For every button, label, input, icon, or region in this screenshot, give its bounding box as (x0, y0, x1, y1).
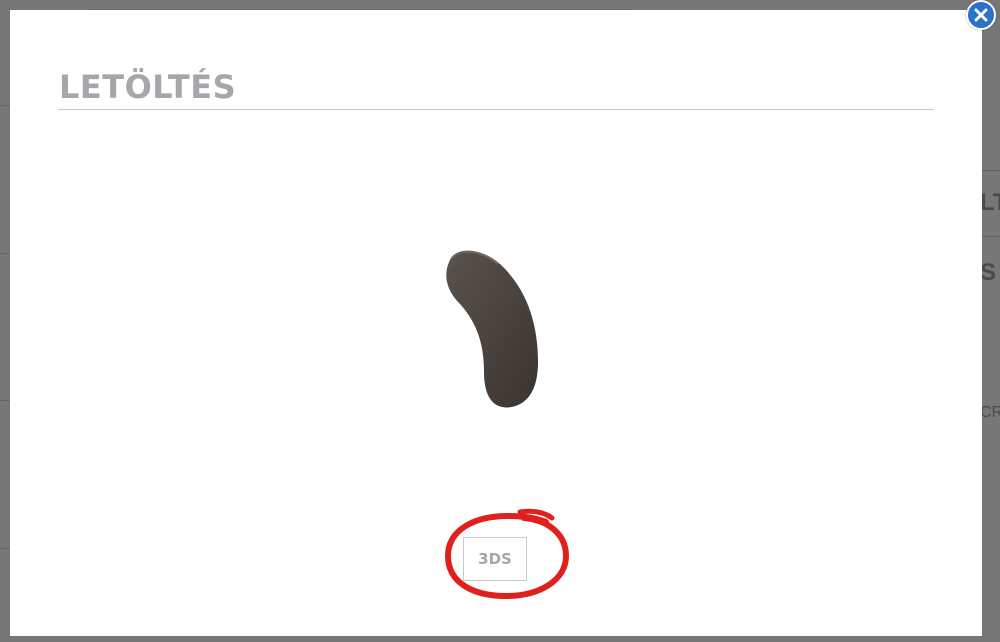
background-divider (0, 400, 10, 401)
download-modal: LETÖLTÉS 3DS (10, 10, 982, 636)
product-image (446, 250, 538, 408)
background-text-fragment: LT (980, 170, 1000, 232)
title-divider (58, 109, 934, 110)
close-button[interactable] (966, 0, 996, 30)
modal-title: LETÖLTÉS (59, 68, 237, 106)
close-icon (974, 8, 988, 22)
background-divider (0, 548, 10, 549)
download-3ds-button[interactable]: 3DS (463, 537, 527, 581)
background-text-fragment: CR (980, 404, 1000, 421)
background-divider (0, 253, 10, 254)
background-divider (0, 105, 10, 106)
background-text-fragment: S A (980, 236, 1000, 298)
